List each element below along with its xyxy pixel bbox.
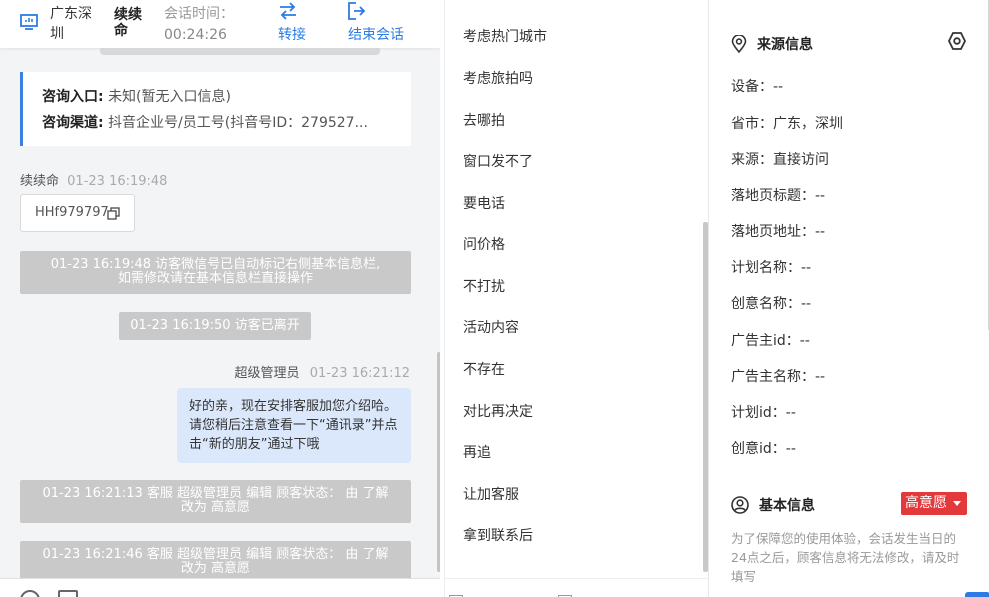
source-info-row: 省市：广东，深圳 bbox=[731, 116, 843, 132]
source-info-title-text: 来源信息 bbox=[757, 37, 813, 53]
settings-hexagon-icon[interactable] bbox=[947, 31, 967, 51]
quick-reply-item[interactable]: 拿到联系后 bbox=[463, 525, 533, 545]
quick-reply-item[interactable]: 让加客服 bbox=[463, 484, 519, 504]
chat-header: 广东深圳 续续命 会话时间： 00:24:26 转接 结束会话 bbox=[0, 0, 440, 48]
system-message-line: 01-23 16:21:46 客服 超级管理员 编辑 顾客状态： 由 了解 bbox=[42, 547, 389, 562]
session-time-label: 会话时间： bbox=[164, 6, 234, 22]
quick-reply-item[interactable]: 考虑热门城市 bbox=[463, 26, 547, 46]
quick-reply-item[interactable]: 不打扰 bbox=[463, 276, 505, 296]
system-message-line: 如需修改请在基本信息栏直接操作 bbox=[117, 271, 313, 286]
quick-reply-item[interactable]: 问价格 bbox=[463, 234, 505, 254]
blue-corner-tab[interactable] bbox=[965, 592, 989, 597]
exit-icon bbox=[348, 2, 366, 20]
file-icon[interactable] bbox=[58, 590, 78, 597]
system-message-line: 改为 高意愿 bbox=[180, 561, 251, 576]
system-message: 01-23 16:19:50 访客已离开 bbox=[119, 312, 311, 340]
source-info-row: 创意id：-- bbox=[731, 441, 796, 457]
system-message: 01-23 16:21:13 客服 超级管理员 编辑 顾客状态： 由 了解 改为… bbox=[20, 480, 411, 523]
session-time-value: 00:24:26 bbox=[164, 27, 227, 43]
status-badge-text: 高意愿 bbox=[905, 495, 947, 511]
quick-reply-item[interactable]: 不存在 bbox=[463, 359, 505, 379]
wechat-id-text: HHf979797 bbox=[35, 205, 109, 220]
emoji-icon[interactable] bbox=[20, 590, 40, 597]
system-message-line: 01-23 16:19:48 访客微信号已自动标记右侧基本信息栏, bbox=[50, 257, 381, 272]
basic-info-title: 基本信息 bbox=[731, 495, 815, 515]
info-panel: 来源信息 设备：-- 省市：广东，深圳 来源：直接访问 落地页标题：-- 落地页… bbox=[708, 0, 989, 597]
agent-meta-name: 超级管理员 bbox=[234, 366, 300, 381]
status-badge[interactable]: 高意愿 bbox=[901, 492, 967, 515]
system-message-line: 01-23 16:19:50 访客已离开 bbox=[130, 318, 300, 333]
agent-message-meta: 超级管理员 01-23 16:21:12 bbox=[235, 362, 410, 381]
visitor-city: 广东深圳 bbox=[50, 6, 92, 42]
end-session-label: 结束会话 bbox=[348, 27, 404, 43]
quick-reply-item[interactable]: 活动内容 bbox=[463, 317, 519, 337]
entry-label: 咨询入口: bbox=[42, 89, 104, 105]
chat-scrollbar[interactable] bbox=[437, 352, 440, 572]
entry-value: 未知(暂无入口信息) bbox=[108, 89, 231, 105]
chat-panel: 广东深圳 续续命 会话时间： 00:24:26 转接 结束会话 咨询入口: 未知… bbox=[0, 0, 440, 597]
wechat-id-bubble[interactable]: HHf979797 bbox=[20, 194, 135, 232]
entry-info-card: 咨询入口: 未知(暂无入口信息) 咨询渠道: 抖音企业号/员工号(抖音号ID：2… bbox=[20, 72, 411, 146]
header-shadow-tab bbox=[100, 48, 380, 55]
source-info-row: 落地页地址：-- bbox=[731, 224, 826, 240]
quick-reply-item[interactable]: 窗口发不了 bbox=[463, 151, 533, 171]
system-message-line: 01-23 16:21:13 客服 超级管理员 编辑 顾客状态： 由 了解 bbox=[42, 486, 389, 501]
quick-reply-item[interactable]: 对比再决定 bbox=[463, 401, 533, 421]
quick-reply-item[interactable]: 考虑旅拍吗 bbox=[463, 68, 533, 88]
source-info-title: 来源信息 bbox=[731, 34, 813, 54]
channel-label: 咨询渠道: bbox=[42, 115, 104, 131]
source-info-row: 落地页标题：-- bbox=[731, 188, 826, 204]
visitor-meta-time: 01-23 16:19:48 bbox=[67, 174, 168, 189]
input-toolbar bbox=[0, 578, 440, 597]
quick-reply-item[interactable]: 去哪拍 bbox=[463, 110, 505, 130]
source-info-row: 设备：-- bbox=[731, 79, 784, 95]
visitor-message-meta: 续续命 01-23 16:19:48 bbox=[20, 170, 167, 189]
source-info-row: 计划id：-- bbox=[731, 405, 796, 421]
channel-value: 抖音企业号/员工号(抖音号ID：279527... bbox=[108, 115, 368, 131]
quick-reply-footer bbox=[445, 578, 709, 597]
source-info-row: 创意名称：-- bbox=[731, 296, 812, 312]
end-session-button[interactable]: 结束会话 bbox=[348, 2, 404, 44]
entry-row: 咨询入口: 未知(暂无入口信息) bbox=[42, 84, 407, 110]
monitor-icon bbox=[20, 14, 38, 30]
quick-reply-item[interactable]: 要电话 bbox=[463, 193, 505, 213]
source-info-row: 广告主名称：-- bbox=[731, 369, 826, 385]
channel-row: 咨询渠道: 抖音企业号/员工号(抖音号ID：279527... bbox=[42, 110, 407, 136]
transfer-icon bbox=[280, 2, 296, 20]
copy-icon[interactable] bbox=[107, 207, 120, 220]
caret-down-icon bbox=[953, 501, 961, 506]
visitor-meta-name: 续续命 bbox=[20, 174, 60, 189]
system-message: 01-23 16:19:48 访客微信号已自动标记右侧基本信息栏, 如需修改请在… bbox=[20, 251, 411, 294]
user-circle-icon bbox=[731, 496, 749, 514]
transfer-button[interactable]: 转接 bbox=[278, 2, 306, 44]
edit-deadline-note: 为了保障您的使用体验，会话发生当日的24点之后，顾客信息将无法修改，请及时填写 bbox=[731, 531, 960, 584]
agent-message-bubble: 好的亲，现在安排客服加您介绍哈。请您稍后注意查看一下“通讯录”并点击“新的朋友”… bbox=[177, 388, 411, 463]
system-message-line: 改为 高意愿 bbox=[180, 500, 251, 515]
agent-meta-time: 01-23 16:21:12 bbox=[309, 366, 410, 381]
visitor-name: 续续命 bbox=[114, 7, 142, 39]
app-root: 广东深圳 续续命 会话时间： 00:24:26 转接 结束会话 咨询入口: 未知… bbox=[0, 0, 989, 597]
location-pin-icon bbox=[731, 35, 747, 53]
quick-reply-item[interactable]: 再追 bbox=[463, 442, 491, 462]
source-info-row: 来源：直接访问 bbox=[731, 152, 829, 168]
transfer-label: 转接 bbox=[278, 27, 306, 43]
quick-reply-panel: 考虑热门城市 考虑旅拍吗 去哪拍 窗口发不了 要电话 问价格 不打扰 活动内容 … bbox=[444, 0, 709, 597]
source-info-row: 广告主id：-- bbox=[731, 333, 810, 349]
source-info-row: 计划名称：-- bbox=[731, 260, 812, 276]
basic-info-title-text: 基本信息 bbox=[759, 498, 815, 514]
